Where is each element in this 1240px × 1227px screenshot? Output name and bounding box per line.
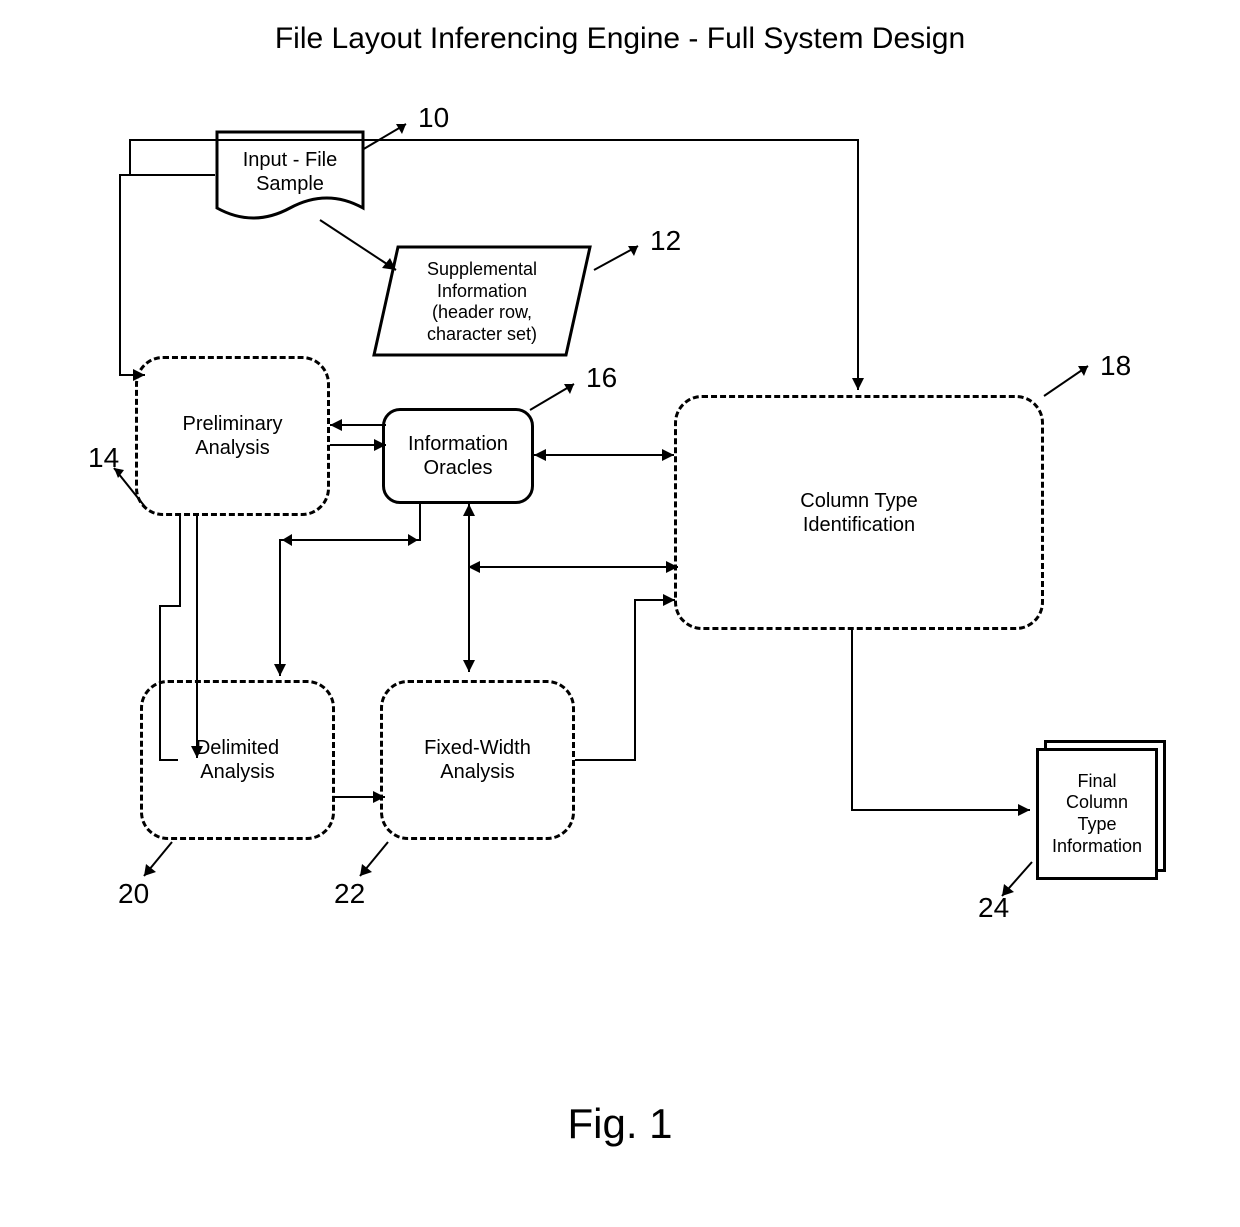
- arrow-oracles-to-fixed: [462, 504, 476, 680]
- figure-caption: Fig. 1: [0, 1100, 1240, 1148]
- ref-22: 22: [334, 878, 365, 910]
- node-fixed-width-analysis: Fixed-WidthAnalysis: [380, 680, 575, 840]
- node-preliminary-analysis-label: PreliminaryAnalysis: [182, 412, 282, 460]
- node-column-type-identification: Column TypeIdentification: [674, 395, 1044, 630]
- ref-10: 10: [418, 102, 449, 134]
- arrow-input-to-preliminary: [120, 175, 240, 385]
- ref-14: 14: [88, 442, 119, 474]
- arrow-oracles-columntype: [534, 448, 674, 462]
- node-final-output-label: FinalColumnTypeInformation: [1052, 771, 1142, 857]
- node-delimited-analysis-label: DelimitedAnalysis: [196, 736, 279, 784]
- arrow-fixed-to-columntype: [575, 600, 685, 770]
- arrow-columntype-to-final: [852, 630, 1042, 820]
- ref-24: 24: [978, 892, 1009, 924]
- node-column-type-identification-label: Column TypeIdentification: [800, 489, 917, 537]
- node-fixed-width-analysis-label: Fixed-WidthAnalysis: [424, 736, 531, 784]
- arrow-prelim-to-delimited-side: [120, 516, 180, 766]
- node-final-output: FinalColumnTypeInformation: [1036, 740, 1166, 880]
- arrow-prelim-to-delimited: [190, 516, 204, 766]
- arrow-prelim-oracles-2: [330, 438, 386, 452]
- arrow-prelim-oracles-1: [330, 418, 386, 432]
- diagram-title: File Layout Inferencing Engine - Full Sy…: [0, 22, 1240, 56]
- node-information-oracles-label: InformationOracles: [408, 432, 508, 480]
- arrow-oracles-to-delimited: [280, 504, 440, 684]
- node-information-oracles: InformationOracles: [382, 408, 534, 504]
- arrow-input-to-supplemental: [320, 220, 410, 280]
- arrow-oracles-bottom-right: [468, 560, 678, 574]
- arrow-delimited-to-fixed: [335, 790, 385, 804]
- arrow-input-to-column-type: [130, 140, 870, 400]
- ref-18: 18: [1100, 350, 1131, 382]
